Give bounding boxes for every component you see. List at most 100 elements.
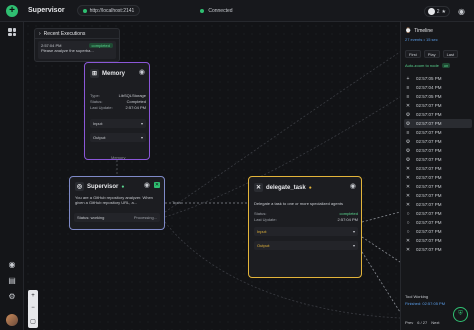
flow-canvas[interactable]: › Recent Executions 2:57:04 PM completed …: [24, 22, 400, 330]
recent-text: Please analyze the superba...: [41, 48, 94, 53]
event-icon: ✕: [405, 246, 411, 253]
memory-output-field[interactable]: Output: ▾: [90, 133, 146, 142]
supervisor-title-text: Supervisor: [87, 183, 119, 190]
chevron-down-icon: ▾: [140, 121, 143, 126]
event-icon: ≡: [406, 93, 410, 100]
event-icon: ✕: [405, 174, 411, 181]
timeline-event[interactable]: ⚙ 02:57:07 PM: [404, 110, 472, 119]
timeline-event[interactable]: ○ 02:57:07 PM: [404, 209, 472, 218]
event-icon: ⚙: [405, 138, 411, 145]
event-time: 02:57:07 PM: [416, 211, 442, 216]
timeline-event[interactable]: ✕ 02:57:07 PM: [404, 173, 472, 182]
chevron-down-icon: ▾: [352, 229, 355, 234]
timeline-count: 27 events • 15 sec: [405, 37, 438, 42]
timeline-event[interactable]: ✕ 02:57:07 PM: [404, 236, 472, 245]
event-time: 02:57:07 PM: [416, 139, 442, 144]
recent-title: Recent Executions: [43, 30, 86, 37]
fit-view-icon[interactable]: ▢: [30, 318, 36, 325]
prev-button[interactable]: Prev: [405, 320, 413, 325]
event-time: 02:57:07 PM: [416, 103, 442, 108]
timeline-event[interactable]: ✕ 02:57:07 PM: [404, 245, 472, 254]
supervisor-description: You are a GitHub repository analyzer. Wh…: [75, 195, 153, 205]
timeline-event[interactable]: ✕ 02:57:07 PM: [404, 191, 472, 200]
auto-zoom-label: Auto-zoom to node: [405, 63, 439, 68]
github-button[interactable]: 2 ★: [423, 6, 450, 17]
server-url[interactable]: http://localhost:2141: [76, 5, 141, 16]
event-time: 02:57:07 PM: [416, 220, 442, 225]
settings-icon[interactable]: ⚙: [7, 292, 17, 302]
discord-icon[interactable]: ◉: [458, 7, 465, 16]
discord-rail-icon[interactable]: ◉: [7, 260, 17, 270]
supervisor-title: ◎ Supervisor ●: [75, 182, 124, 191]
delegate-input-field[interactable]: Input: ▾: [254, 227, 358, 236]
timeline-event[interactable]: ✕ 02:57:07 PM: [404, 200, 472, 209]
event-time: 02:57:07 PM: [416, 130, 442, 135]
timeline-event[interactable]: ⚙ 02:57:07 PM: [404, 146, 472, 155]
delegate-title-text: delegate_task: [266, 184, 306, 191]
timeline-event[interactable]: ⚙ 02:57:07 PM: [404, 137, 472, 146]
eye-icon[interactable]: ◉: [350, 182, 356, 190]
timeline-event[interactable]: ○ 02:57:07 PM: [404, 218, 472, 227]
timeline-event[interactable]: ≡ 02:57:05 PM: [404, 92, 472, 101]
timeline-event[interactable]: ⚙ 02:57:07 PM: [404, 155, 472, 164]
timeline-icon: ⌚: [405, 28, 412, 34]
event-time: 02:57:04 PM: [416, 85, 442, 90]
event-icon: ⚙: [405, 156, 411, 163]
recent-header[interactable]: › Recent Executions: [35, 29, 119, 39]
supervisor-status: Status: working: [77, 215, 105, 220]
memory-input-field[interactable]: Input: ▾: [90, 119, 146, 128]
delegate-output-field[interactable]: Output: ▾: [254, 241, 358, 250]
avatar[interactable]: [6, 314, 18, 326]
recent-item[interactable]: 2:57:04 PM completed Please analyze the …: [38, 41, 116, 59]
edge-delegate-right-3: [361, 251, 400, 313]
last-button[interactable]: Last: [442, 50, 459, 58]
eye-icon[interactable]: ◉: [144, 181, 150, 189]
eye-icon[interactable]: ◉: [139, 68, 145, 76]
event-time: 02:57:05 PM: [416, 94, 442, 99]
auto-zoom-toggle[interactable]: Auto-zoom to node on: [405, 63, 451, 68]
memory-details: Type: LibSQLStorage Status: Completed Last…: [90, 93, 146, 111]
event-list: +02:57:05 PM ≡ 02:57:04 PM ≡ 02:57:05 PM ✕ 02:…: [404, 74, 472, 254]
chevron-down-icon: ▾: [352, 243, 355, 248]
play-button[interactable]: Play: [423, 50, 440, 58]
docs-icon[interactable]: ▤: [7, 276, 17, 286]
next-button[interactable]: Next: [431, 320, 439, 325]
timeline-event[interactable]: ≡ 02:57:07 PM: [404, 128, 472, 137]
event-time: 02:57:05 PM: [416, 76, 442, 81]
event-time: 02:57:07 PM: [416, 193, 442, 198]
memory-node[interactable]: ⊞ Memory ◉ Type: LibSQLStorage Status: Comp…: [84, 62, 150, 160]
first-button[interactable]: First: [405, 50, 421, 58]
timeline-event[interactable]: ✕ 02:57:07 PM: [404, 101, 472, 110]
zoom-controls: + − ▢: [28, 290, 38, 328]
status-dot-icon: ●: [121, 183, 125, 190]
shield-icon[interactable]: ⛨: [453, 307, 468, 322]
zoom-in-icon[interactable]: +: [31, 293, 35, 299]
event-icon: +: [406, 75, 410, 82]
timeline-event[interactable]: ✕ 02:57:07 PM: [404, 164, 472, 173]
event-icon: ✕: [405, 192, 411, 199]
event-icon: ⚙: [405, 147, 411, 154]
timeline-title: Timeline: [414, 28, 433, 34]
event-time: 02:57:07 PM: [416, 148, 442, 153]
edge-delegate-right-1: [361, 211, 400, 223]
server-url-text: http://localhost:2141: [89, 7, 135, 14]
auto-zoom-state: on: [441, 63, 451, 68]
delegate-row-update: Last Update: 2:57:04 PM: [254, 217, 358, 222]
zoom-out-icon[interactable]: −: [31, 305, 35, 311]
supervisor-node[interactable]: ◎ Supervisor ● ◉ ✕ You are a GitHub reposi…: [69, 176, 165, 230]
timeline-event[interactable]: ○ 02:57:07 PM: [404, 227, 472, 236]
event-time: 02:57:07 PM: [416, 157, 442, 162]
timeline-event[interactable]: ≡ 02:57:04 PM: [404, 83, 472, 92]
supervisor-icon: ◎: [75, 182, 84, 191]
close-icon[interactable]: ✕: [154, 182, 160, 188]
dashboard-icon[interactable]: [8, 28, 16, 36]
event-icon: ✕: [405, 237, 411, 244]
timeline-event[interactable]: ✕ 02:57:07 PM: [404, 182, 472, 191]
timeline-event[interactable]: ⚙ 02:57:07 PM: [404, 119, 472, 128]
event-time: 02:57:07 PM: [416, 229, 442, 234]
timeline-event[interactable]: +02:57:05 PM: [404, 74, 472, 83]
github-icon: [427, 8, 435, 15]
delegate-task-node[interactable]: ✕ delegate_task ● ◉ Delegate a task to one…: [248, 176, 362, 278]
recent-executions-panel: › Recent Executions 2:57:04 PM completed …: [34, 28, 120, 62]
memory-title: ⊞ Memory: [90, 69, 125, 78]
